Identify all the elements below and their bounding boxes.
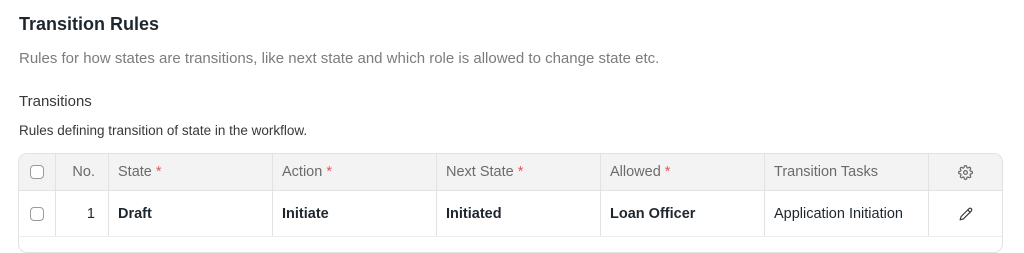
column-header-state-label: State (118, 164, 152, 180)
row-edit-cell (929, 191, 1002, 236)
row-number: 1 (56, 191, 109, 236)
column-settings-cell (929, 154, 1002, 190)
required-marker: * (664, 164, 671, 180)
column-header-next-state: Next State * (437, 154, 601, 190)
section-description: Rules for how states are transitions, li… (19, 50, 660, 67)
column-header-action-label: Action (282, 164, 323, 180)
row-checkbox[interactable] (30, 206, 44, 221)
column-header-allowed: Allowed * (601, 154, 765, 190)
row-select-cell (19, 191, 56, 236)
cell-next-state[interactable]: Initiated (437, 191, 601, 236)
table-row[interactable]: 1 Draft Initiate Initiated Loan Officer … (19, 191, 1002, 237)
section-title: Transition Rules (19, 14, 160, 34)
pencil-icon[interactable] (959, 207, 973, 221)
column-header-allowed-label: Allowed (610, 164, 661, 180)
required-marker: * (517, 164, 524, 180)
cell-action[interactable]: Initiate (273, 191, 437, 236)
select-all-checkbox[interactable] (30, 165, 44, 179)
required-marker: * (155, 164, 162, 180)
column-header-action: Action * (273, 154, 437, 190)
column-header-no: No. (56, 154, 109, 190)
required-marker: * (326, 164, 332, 180)
transitions-table: No. State * Action * Next State * Allowe… (18, 153, 1003, 253)
cell-state[interactable]: Draft (109, 191, 273, 236)
column-header-state: State * (109, 154, 273, 190)
field-description: Rules defining transition of state in th… (19, 123, 308, 138)
table-header-row: No. State * Action * Next State * Allowe… (19, 154, 1002, 191)
column-header-transition-tasks: Transition Tasks (765, 154, 929, 190)
select-all-cell (19, 154, 56, 190)
cell-allowed[interactable]: Loan Officer (601, 191, 765, 236)
column-header-next-state-label: Next State (446, 164, 514, 180)
field-label-transitions: Transitions (19, 93, 92, 110)
gear-icon[interactable] (958, 164, 973, 180)
cell-transition-tasks[interactable]: Application Initiation (765, 191, 929, 236)
